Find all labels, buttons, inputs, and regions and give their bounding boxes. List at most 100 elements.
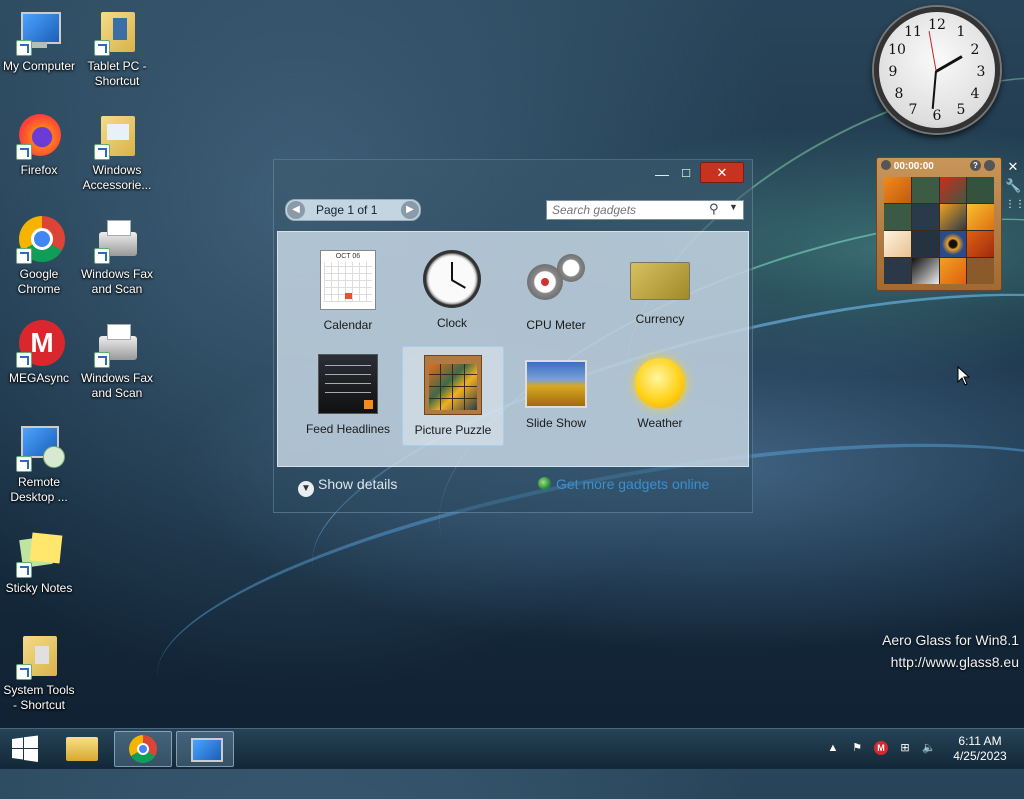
puzzle-empty-slot <box>967 258 994 284</box>
desktop-icon-label: Sticky Notes <box>5 581 73 595</box>
clock-number: 6 <box>932 108 942 124</box>
gadget-drag-handle-icon[interactable]: ⋮⋮ <box>1005 197 1024 213</box>
close-button[interactable]: ✕ <box>700 162 744 183</box>
clock-number: 5 <box>956 102 966 118</box>
branding-line-2: http://www.glass8.eu <box>890 654 1019 670</box>
clock-number: 12 <box>928 17 946 33</box>
taskbar-clock[interactable]: 6:11 AM 4/25/2023 <box>940 734 1020 764</box>
desktop-icon-windows-fax-scan-2[interactable]: Windows Fax and Scan <box>78 320 156 401</box>
puzzle-tile[interactable] <box>884 231 911 257</box>
desktop-icon-label: Remote Desktop ... <box>10 475 68 504</box>
next-page-button[interactable]: ▶ <box>401 201 419 219</box>
calendar-icon: OCT 06 <box>320 250 376 310</box>
puzzle-tile[interactable] <box>911 204 939 230</box>
puzzle-tile[interactable] <box>967 177 994 203</box>
desktop-icon-my-computer[interactable]: My Computer <box>0 8 78 74</box>
start-button[interactable] <box>0 731 50 767</box>
clock-number: 3 <box>976 64 986 80</box>
puzzle-tile[interactable] <box>911 231 939 257</box>
show-picture-icon[interactable] <box>881 160 891 170</box>
puzzle-tile[interactable] <box>884 258 911 284</box>
maximize-button[interactable]: ☐ <box>676 164 696 184</box>
gadget-slide-show[interactable]: Slide Show <box>506 346 606 444</box>
desktop-icon-firefox[interactable]: Firefox <box>0 112 78 178</box>
desktop-icon-label: My Computer <box>2 59 76 73</box>
gadget-close-icon[interactable]: ✕ <box>1005 159 1021 175</box>
clock-number: 7 <box>908 102 918 118</box>
currency-icon <box>630 262 690 300</box>
gadget-calendar[interactable]: OCT 06 Calendar <box>298 242 398 340</box>
gadget-feed-headlines[interactable]: Feed Headlines <box>298 346 398 444</box>
gadget-label: CPU Meter <box>526 318 586 332</box>
previous-page-button[interactable]: ◀ <box>287 201 305 219</box>
desktop-icon-megasync[interactable]: M MEGAsync <box>0 320 78 386</box>
search-input[interactable] <box>547 202 707 218</box>
taskbar-chrome[interactable] <box>114 731 172 767</box>
gadget-picture-puzzle[interactable]: Picture Puzzle <box>402 346 504 446</box>
windows-logo-icon <box>12 735 38 762</box>
remote-desktop-icon <box>191 738 223 762</box>
action-center-flag-icon[interactable]: ⚑ <box>850 741 864 755</box>
folder-icon <box>93 112 141 160</box>
desktop-icon-label: Google Chrome <box>17 267 61 296</box>
solve-icon[interactable] <box>984 160 995 171</box>
calendar-month: OCT 06 <box>335 253 361 260</box>
gadget-clock[interactable]: Clock <box>402 242 502 340</box>
desktop-icon-sticky-notes[interactable]: Sticky Notes <box>0 530 78 596</box>
gadget-gallery-window: — ☐ ✕ ◀ Page 1 of 1 ▶ ⚲ ▼ OCT 06 Calenda… <box>273 159 753 513</box>
desktop-icon-windows-fax-scan-1[interactable]: Windows Fax and Scan <box>78 216 156 297</box>
desktop-icon-label: System Tools - Shortcut <box>3 683 75 712</box>
gadget-weather[interactable]: Weather <box>610 346 710 444</box>
page-navigator: ◀ Page 1 of 1 ▶ <box>285 199 421 221</box>
picture-puzzle-gadget[interactable]: 00:00:00 ? <box>876 157 1002 291</box>
desktop-icon-label: Windows Fax and Scan <box>80 371 154 400</box>
gadget-options-icon[interactable]: 🔧 <box>1005 178 1021 194</box>
desktop-icon-windows-accessories[interactable]: Windows Accessorie... <box>78 112 156 193</box>
show-details-toggle[interactable]: ▼ Show details <box>298 476 397 497</box>
firefox-icon <box>15 112 63 160</box>
mega-icon: M <box>15 320 65 368</box>
puzzle-tile[interactable] <box>911 177 939 203</box>
puzzle-tile[interactable] <box>967 204 994 230</box>
volume-muted-icon[interactable]: 🔈 <box>922 741 936 755</box>
show-hidden-icons-icon[interactable]: ▲ <box>826 741 840 755</box>
taskbar-file-explorer[interactable] <box>54 731 112 767</box>
puzzle-tile[interactable] <box>939 231 967 257</box>
puzzle-grid[interactable] <box>884 177 994 284</box>
folder-icon <box>93 8 141 56</box>
puzzle-tile[interactable] <box>939 204 967 230</box>
gadget-currency[interactable]: Currency <box>610 242 710 340</box>
search-dropdown-arrow[interactable]: ▼ <box>729 202 738 212</box>
taskbar-remote-desktop[interactable] <box>176 731 234 767</box>
clock-minute-hand <box>931 70 937 109</box>
puzzle-tile[interactable] <box>911 258 939 284</box>
gadget-label: Slide Show <box>525 416 587 430</box>
help-icon[interactable]: ? <box>970 160 981 171</box>
get-more-gadgets-link[interactable]: Get more gadgets online <box>538 476 709 492</box>
clock-gadget[interactable]: 12 1 2 3 4 5 6 7 8 9 10 11 <box>874 7 1000 133</box>
file-explorer-icon <box>66 737 98 761</box>
gadget-label: Weather <box>637 416 683 430</box>
puzzle-tile[interactable] <box>939 258 967 284</box>
mega-tray-icon[interactable]: M <box>874 741 888 755</box>
search-icon[interactable]: ⚲ <box>709 201 719 217</box>
fax-icon <box>93 216 141 264</box>
puzzle-tile[interactable] <box>884 177 911 203</box>
clock-number: 10 <box>888 42 906 58</box>
show-details-label: Show details <box>318 476 398 492</box>
minimize-button[interactable]: — <box>652 164 672 184</box>
puzzle-tile[interactable] <box>884 204 911 230</box>
desktop-icon-google-chrome[interactable]: Google Chrome <box>0 216 78 297</box>
puzzle-tile[interactable] <box>967 231 994 257</box>
desktop-icon-tablet-pc[interactable]: Tablet PC - Shortcut <box>78 8 156 89</box>
clock-number: 4 <box>970 86 980 102</box>
gadget-list: OCT 06 Calendar Clock CPU Meter Currency… <box>277 231 749 467</box>
desktop-icon-label: Windows Accessorie... <box>82 163 152 192</box>
gadget-cpu-meter[interactable]: CPU Meter <box>506 242 606 340</box>
puzzle-tile[interactable] <box>939 177 967 203</box>
network-icon[interactable]: ⊞ <box>898 741 912 755</box>
puzzle-icon <box>424 355 482 415</box>
desktop-icon-remote-desktop[interactable]: Remote Desktop ... <box>0 424 78 505</box>
chrome-icon <box>15 216 65 264</box>
desktop-icon-system-tools[interactable]: System Tools - Shortcut <box>0 632 78 713</box>
